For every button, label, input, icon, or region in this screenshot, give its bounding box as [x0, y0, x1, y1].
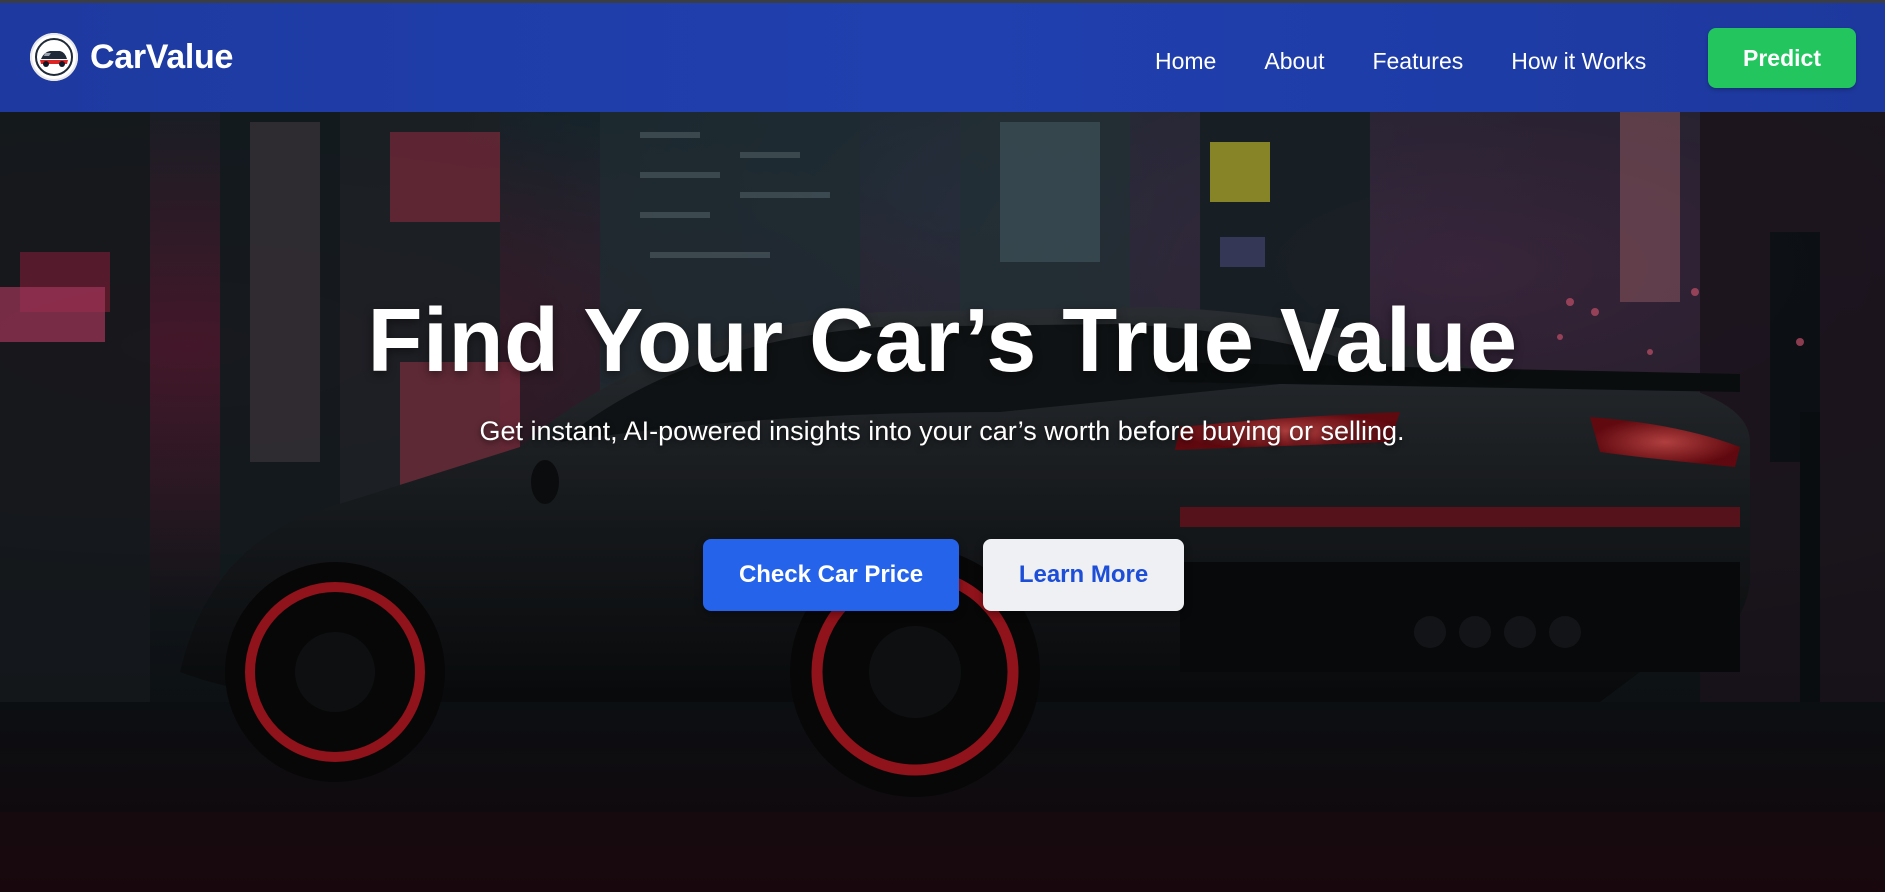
check-car-price-button[interactable]: Check Car Price — [703, 539, 959, 611]
brand-name: CarValue — [90, 37, 234, 76]
nav-about[interactable]: About — [1264, 39, 1324, 83]
brand[interactable]: CarValue — [30, 33, 233, 81]
car-logo-icon — [30, 33, 78, 81]
nav-features[interactable]: Features — [1372, 39, 1463, 83]
main-nav: Home About Features How it Works — [1155, 39, 1694, 83]
navbar: CarValue Home About Features How it Work… — [0, 3, 1885, 112]
sports-car-city-night-image — [0, 112, 1885, 892]
nav-how-it-works[interactable]: How it Works — [1511, 39, 1646, 83]
hero-section: Find Your Car’s True Value Get instant, … — [0, 112, 1885, 892]
learn-more-button[interactable]: Learn More — [983, 539, 1184, 611]
hero-title: Find Your Car’s True Value — [367, 291, 1518, 391]
predict-button[interactable]: Predict — [1708, 28, 1856, 88]
nav-home[interactable]: Home — [1155, 39, 1216, 83]
hero-subtitle: Get instant, AI-powered insights into yo… — [479, 416, 1405, 446]
